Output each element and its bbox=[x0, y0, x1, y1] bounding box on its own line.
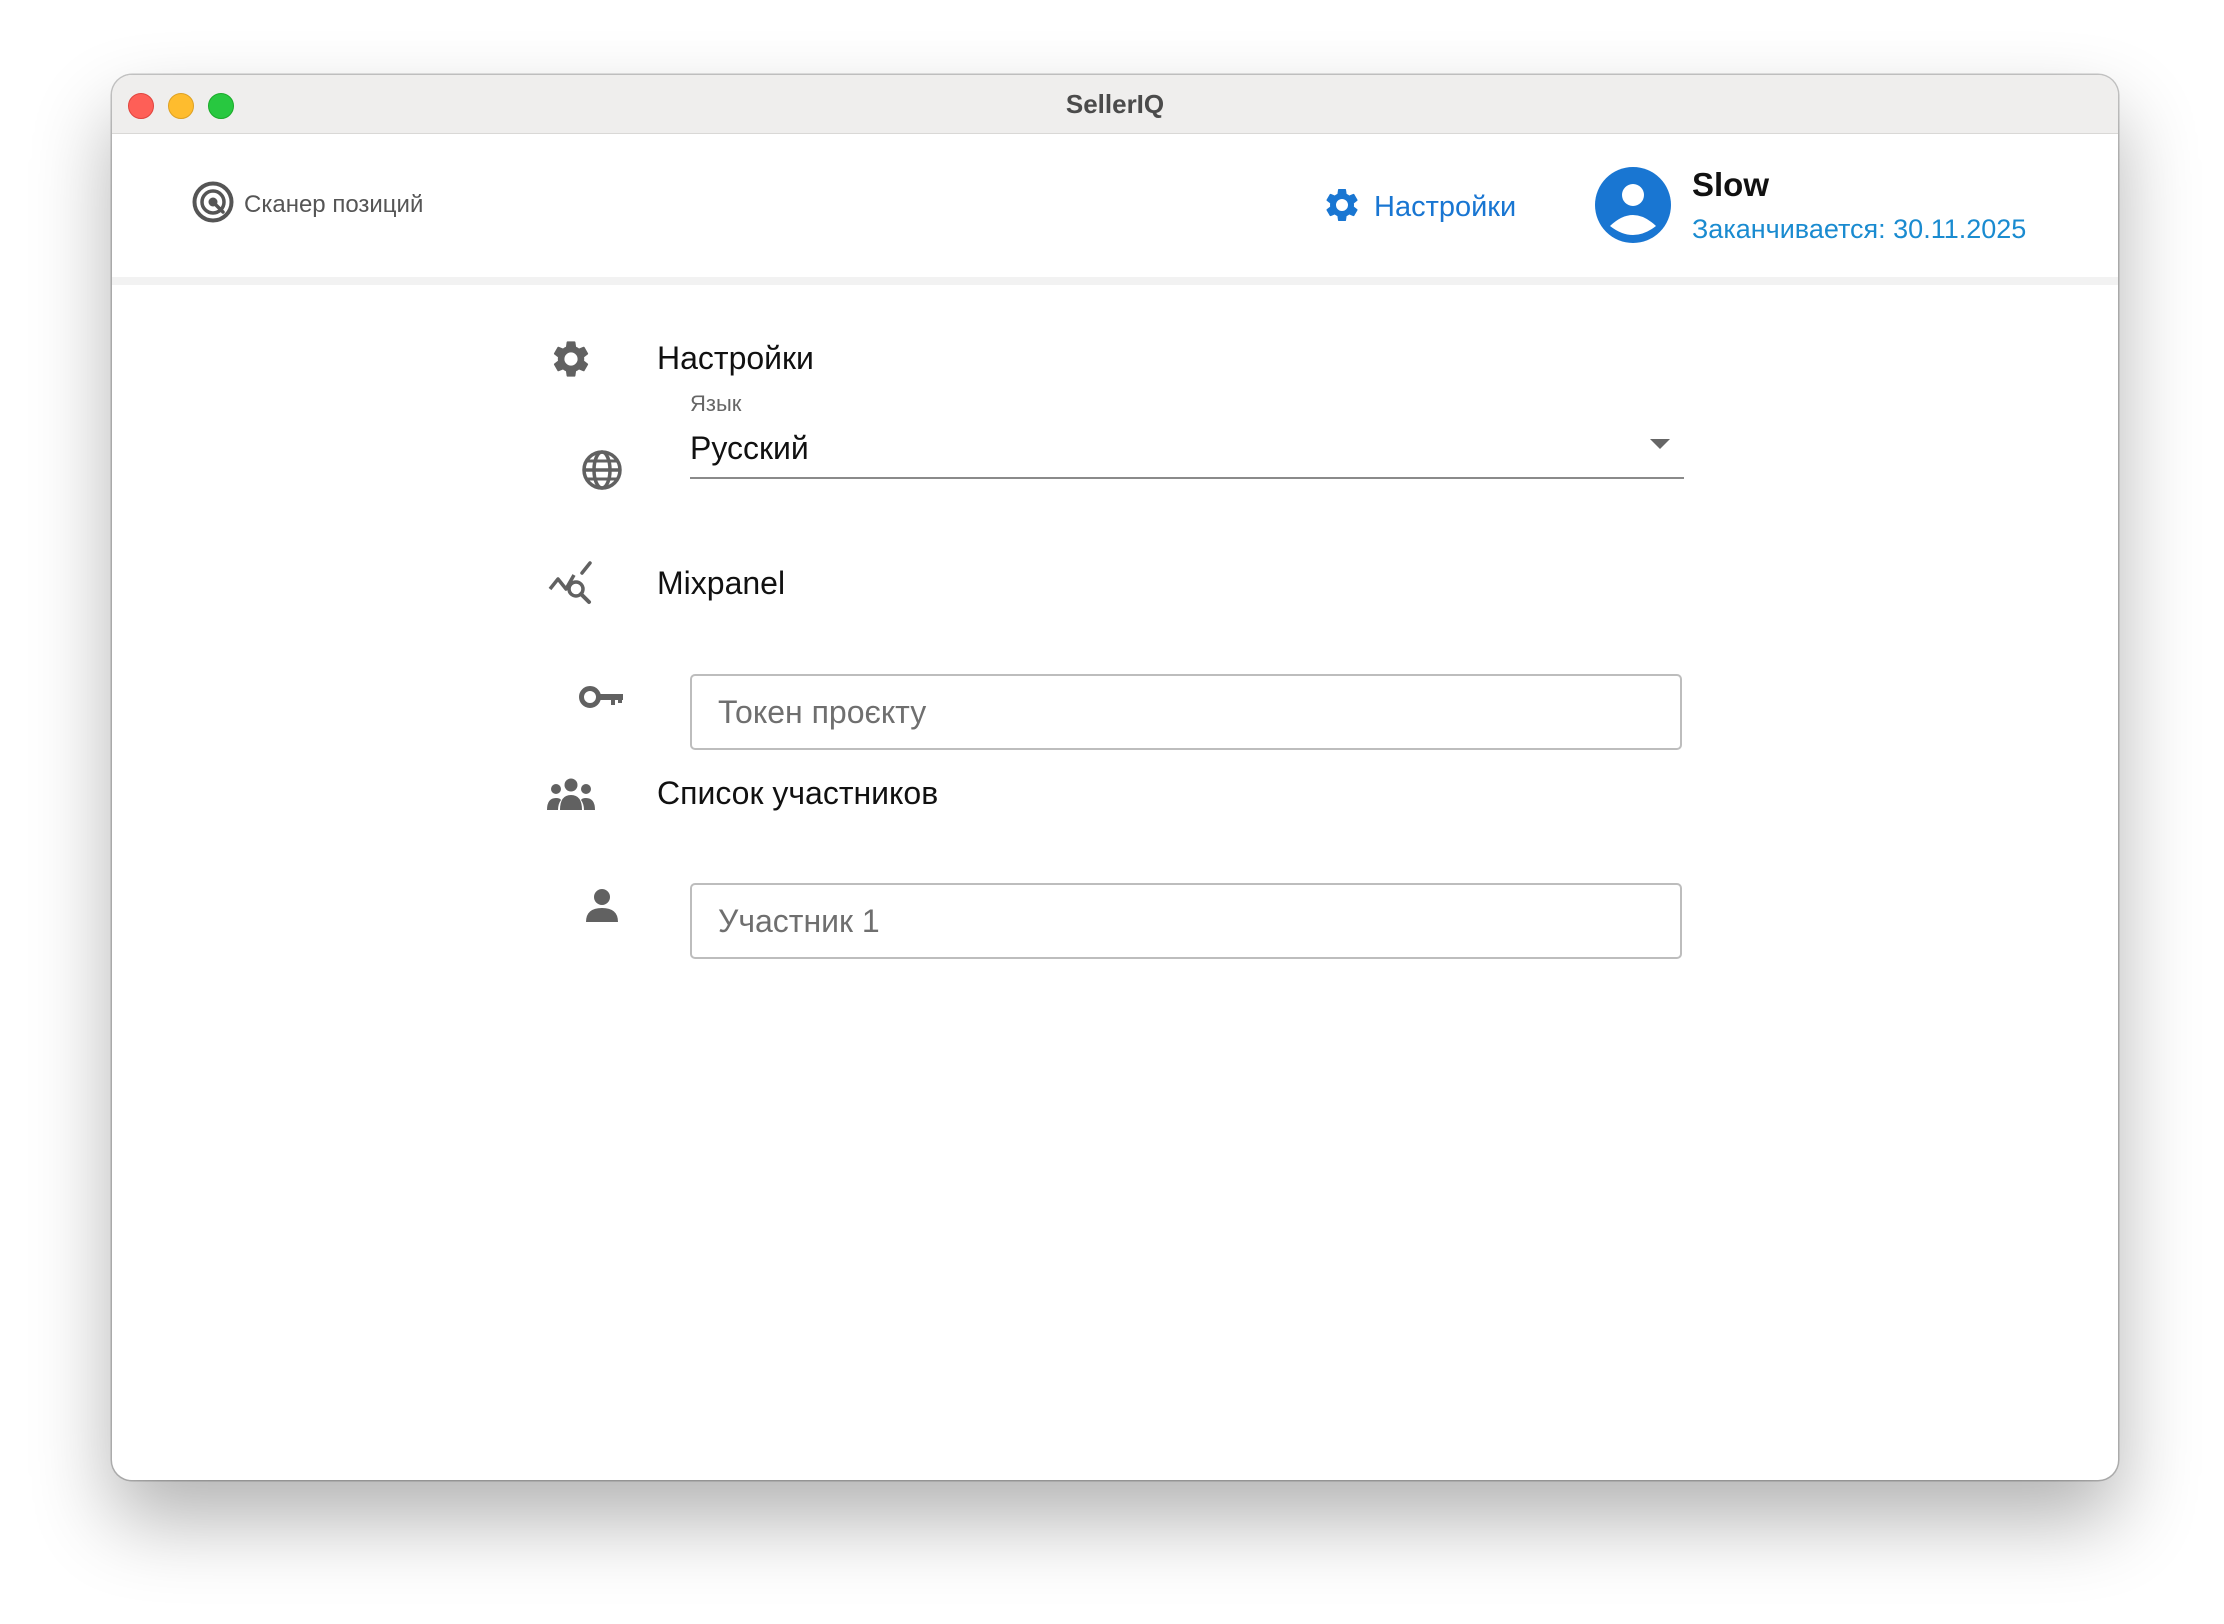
title-bar: SellerIQ bbox=[112, 75, 2118, 134]
nav-settings-label: Настройки bbox=[1374, 191, 1517, 223]
mixpanel-section-title: Mixpanel bbox=[657, 565, 786, 601]
settings-page: Настройки Язык Русский Mixpanel Токен пр… bbox=[112, 285, 2118, 1480]
group-icon bbox=[547, 770, 595, 818]
language-label: Язык bbox=[690, 391, 742, 416]
nav-scanner-link[interactable]: Сканер позиций bbox=[192, 181, 423, 228]
language-value: Русский bbox=[690, 430, 809, 466]
mixpanel-token-input[interactable]: Токен проєкту bbox=[690, 674, 1682, 750]
app-header: Сканер позиций Настройки Slow Заканчивае… bbox=[112, 135, 2118, 285]
caret-down-icon bbox=[1650, 439, 1670, 449]
nav-scanner-label: Сканер позиций bbox=[244, 190, 424, 218]
gear-icon bbox=[547, 335, 595, 383]
gear-icon bbox=[1322, 185, 1362, 230]
target-icon bbox=[192, 181, 234, 228]
person-icon bbox=[578, 881, 626, 929]
key-icon bbox=[578, 673, 626, 721]
user-name: Slow bbox=[1692, 166, 1770, 203]
settings-section-title: Настройки bbox=[657, 340, 814, 376]
account-circle-icon bbox=[1594, 166, 1672, 249]
window-title: SellerIQ bbox=[1065, 89, 1165, 119]
analytics-icon bbox=[547, 560, 595, 608]
subscription-expiry: Заканчивается: 30.11.2025 bbox=[1692, 214, 2027, 244]
participants-section-title: Список участников bbox=[657, 775, 939, 811]
user-profile[interactable]: Slow Заканчивается: 30.11.2025 bbox=[1594, 165, 2026, 249]
app-window: SellerIQ Сканер позиций Настройки Slow З… bbox=[112, 75, 2118, 1480]
participant-1-input[interactable]: Участник 1 bbox=[690, 883, 1682, 959]
globe-icon bbox=[578, 446, 626, 494]
desktop-background: SellerIQ Сканер позиций Настройки Slow З… bbox=[0, 0, 2224, 1624]
user-info: Slow Заканчивается: 30.11.2025 bbox=[1692, 165, 2026, 249]
language-select[interactable]: Язык Русский bbox=[690, 375, 1684, 479]
nav-settings-link[interactable]: Настройки bbox=[1322, 185, 1516, 230]
